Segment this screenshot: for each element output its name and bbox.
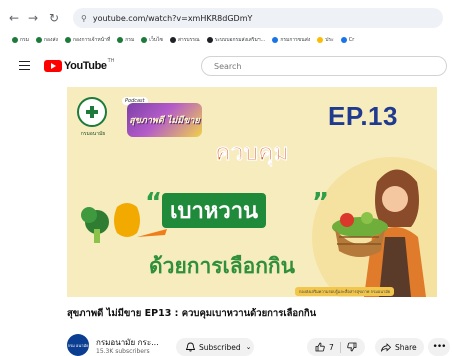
bookmark-label: กองส่ง (44, 37, 58, 43)
menu-icon[interactable] (19, 61, 30, 70)
bookmark-favicon-icon (272, 37, 279, 43)
subscribed-button[interactable]: Subscribed ⌄ (176, 338, 254, 356)
like-count: 7 (329, 342, 334, 352)
bookmark-label: ประ (325, 37, 334, 43)
browser-toolbar: ← → ↻ ⚲ youtube.com/watch?v=xmHKR8dGDmY (0, 0, 452, 36)
video-title: สุขภาพดี ไม่มีขาย EP13 : ควบคุมเบาหวานด้… (67, 308, 317, 319)
bell-icon (186, 342, 195, 352)
bookmark-label: เว็บไซ (149, 37, 163, 43)
bookmark-label: สารบรรณ (177, 37, 200, 43)
share-arrow-icon (381, 342, 391, 352)
bookmark-label: กรม (20, 37, 30, 43)
bookmark-label: กรมการขนส่ง (280, 37, 311, 43)
headline-line-3: ด้วยการเลือกกิน (149, 254, 295, 278)
like-divider (339, 341, 341, 353)
bookmark-item[interactable]: กรม (12, 36, 29, 44)
url-text: youtube.com/watch?v=xmHKR8dGDmY (92, 13, 253, 23)
logo-country-code: TH (107, 58, 115, 64)
bookmark-item[interactable]: ระบบบอกรมส่งเสริมฯ... (206, 36, 266, 44)
search-placeholder: Search (214, 61, 242, 71)
bookmark-item[interactable]: กองการเจ้าหน้าที่ (64, 36, 111, 44)
bookmark-favicon-icon (340, 37, 347, 43)
thumbnail-footnote: กองส่งเสริมความรอบรู้และสื่อสารสุขภาพ กร… (295, 287, 395, 296)
forward-button[interactable]: → (25, 10, 41, 26)
close-quote-mark: ” (312, 188, 330, 218)
headline-line-2: เบาหวาน (162, 193, 267, 228)
youtube-header: YouTube TH Search (0, 50, 452, 84)
department-logo (77, 97, 107, 127)
thumbs-up-icon (315, 342, 325, 352)
bookmark-favicon-icon (317, 37, 324, 43)
channel-avatar-text: กรม อนามัย (67, 342, 89, 348)
logo-wordmark: YouTube (64, 60, 107, 72)
bookmark-item[interactable]: ประ (317, 36, 334, 44)
more-actions-button[interactable]: ••• (428, 338, 450, 356)
play-logo-icon (44, 60, 62, 72)
open-quote-mark: “ (145, 188, 163, 218)
channel-avatar[interactable]: กรม อนามัย (67, 334, 89, 356)
bookmark-item[interactable]: เว็บไซ (141, 36, 163, 44)
search-input[interactable]: Search (201, 56, 447, 76)
bookmark-label: กองการเจ้าหน้าที่ (72, 37, 111, 43)
headline-line-1: ควบคุม (215, 140, 289, 166)
dislike-button[interactable] (347, 342, 361, 352)
site-info-icon[interactable]: ⚲ (81, 14, 87, 23)
subscriber-count: 15.3K subscribers (96, 348, 150, 355)
more-horizontal-icon: ••• (432, 342, 447, 352)
reload-button[interactable]: ↻ (46, 10, 62, 26)
bookmark-label: ระบบบอกรมส่งเสริมฯ... (214, 37, 266, 43)
share-button[interactable]: Share (375, 338, 424, 356)
video-player[interactable]: กรมอนามัย Podcast สุขภาพดี ไม่มีขาย EP.1… (67, 87, 437, 297)
bookmark-favicon-icon (141, 37, 148, 43)
episode-number: EP.13 (328, 101, 398, 131)
show-brand-text: สุขภาพดี ไม่มีขาย (129, 116, 200, 126)
bookmark-favicon-icon (206, 37, 213, 43)
show-brand-logo: สุขภาพดี ไม่มีขาย (127, 103, 202, 137)
youtube-logo[interactable]: YouTube TH (44, 58, 114, 74)
bookmark-label: Cr (348, 37, 355, 43)
bookmark-item[interactable]: กรม (117, 36, 134, 44)
like-dislike-group: 7 (307, 338, 365, 356)
bookmark-item[interactable]: Cr (340, 37, 355, 43)
bookmarks-bar: กรม กองส่ง กองการเจ้าหน้าที่ กรม เว็บไซ สารบร… (0, 33, 452, 47)
bookmark-favicon-icon (64, 37, 71, 43)
bookmark-item[interactable]: กองส่ง (36, 36, 58, 44)
bookmark-favicon-icon (36, 37, 43, 43)
chevron-down-icon: ⌄ (245, 343, 252, 351)
department-emblem-icon (86, 106, 98, 118)
bookmark-favicon-icon (169, 37, 176, 43)
like-button[interactable]: 7 (315, 342, 334, 352)
bookmark-label: กรม (125, 37, 135, 43)
thumbs-down-icon (347, 342, 357, 352)
back-button[interactable]: ← (6, 10, 22, 26)
bookmark-item[interactable]: สารบรรณ (169, 36, 200, 44)
share-label: Share (395, 342, 417, 352)
bookmark-favicon-icon (117, 37, 124, 43)
bookmark-item[interactable]: กรมการขนส่ง (272, 36, 310, 44)
bookmark-favicon-icon (12, 37, 18, 43)
subscribed-label: Subscribed (199, 342, 241, 352)
address-bar[interactable]: ⚲ youtube.com/watch?v=xmHKR8dGDmY (73, 8, 443, 28)
